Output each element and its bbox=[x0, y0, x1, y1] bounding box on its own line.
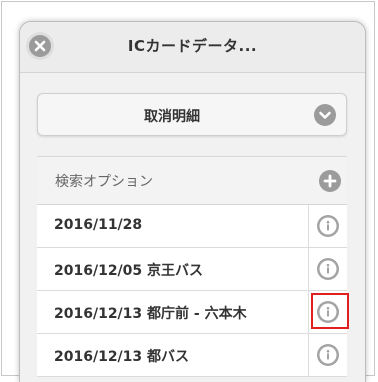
detail-type-select[interactable]: 取消明細 bbox=[37, 93, 347, 136]
info-icon[interactable] bbox=[317, 258, 339, 280]
info-icon[interactable] bbox=[317, 215, 339, 237]
list-item-label: 2016/12/05 京王バス bbox=[54, 263, 204, 279]
row-divider bbox=[308, 205, 309, 247]
info-icon[interactable] bbox=[317, 344, 339, 366]
row-divider bbox=[308, 291, 309, 333]
row-divider bbox=[308, 248, 309, 290]
highlight-box bbox=[311, 293, 349, 329]
list-item-label: 2016/12/13 都バス bbox=[54, 349, 190, 365]
history-list: 検索オプション 2016/11/28 2016/12/05 京王バス 2016/… bbox=[37, 156, 349, 377]
dialog-title: ICカードデータ... bbox=[127, 37, 258, 55]
row-divider bbox=[308, 334, 309, 376]
list-item-label: 2016/11/28 bbox=[54, 217, 143, 233]
list-item[interactable]: 2016/11/28 bbox=[37, 205, 347, 248]
list-item[interactable]: 2016/12/13 都庁前 - 六本木 bbox=[37, 291, 349, 334]
plus-icon bbox=[319, 170, 341, 192]
list-item-label: 2016/12/13 都庁前 - 六本木 bbox=[54, 306, 247, 322]
dialog-header: ICカードデータ... bbox=[20, 22, 365, 73]
search-options-toggle[interactable]: 検索オプション bbox=[37, 157, 347, 205]
list-item[interactable]: 2016/12/13 都バス bbox=[37, 334, 347, 377]
search-options-label: 検索オプション bbox=[55, 174, 153, 190]
chevron-down-icon bbox=[314, 104, 336, 126]
ic-card-dialog: ICカードデータ... 取消明細 検索オプション 2016/11/28 2016… bbox=[19, 21, 366, 382]
detail-type-label: 取消明細 bbox=[144, 109, 200, 125]
list-item[interactable]: 2016/12/05 京王バス bbox=[37, 248, 347, 291]
